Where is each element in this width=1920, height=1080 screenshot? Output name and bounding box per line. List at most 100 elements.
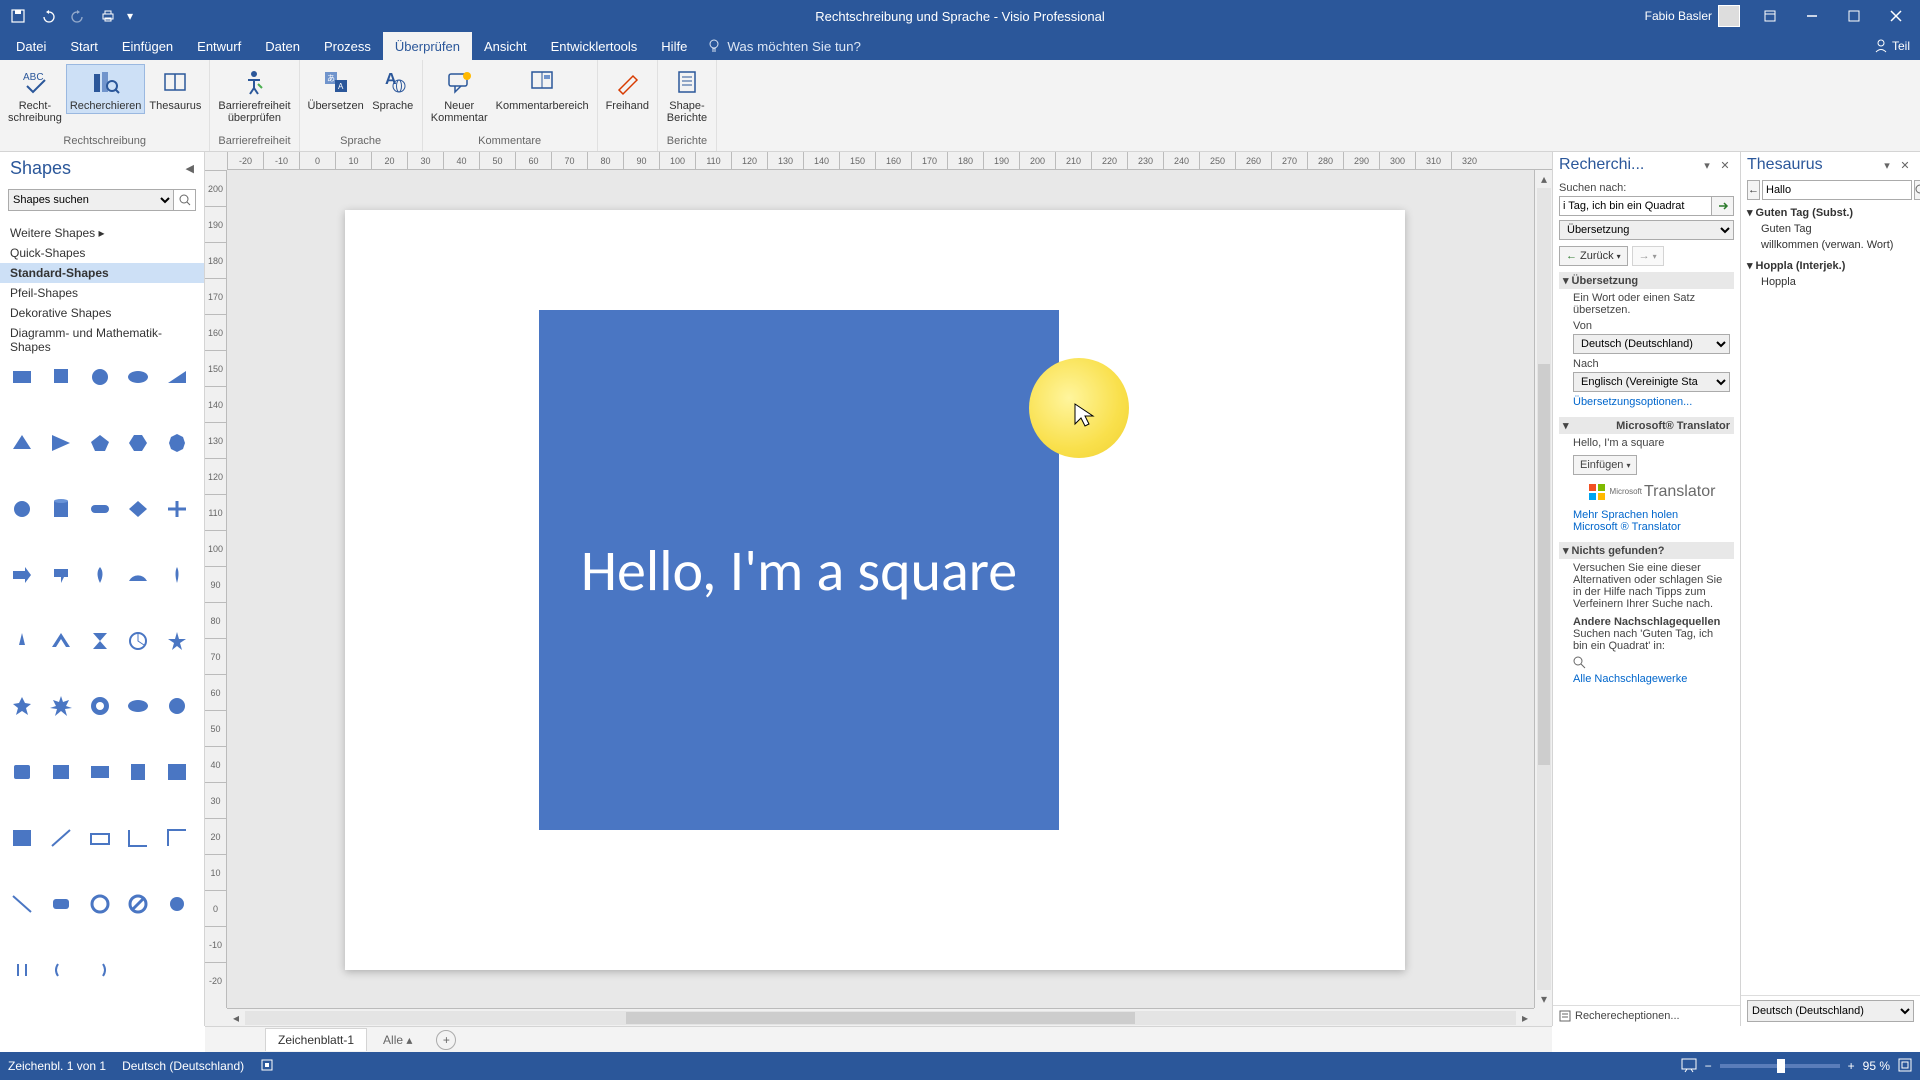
shape-swatch[interactable]: [47, 629, 75, 653]
shape-swatch[interactable]: [124, 365, 152, 389]
comment-pane-button[interactable]: Kommentarbereich: [492, 64, 593, 114]
shape-swatch[interactable]: [47, 563, 75, 587]
shape-swatch[interactable]: [47, 892, 75, 916]
cat-standard[interactable]: Standard-Shapes: [0, 263, 204, 283]
shape-swatch[interactable]: [163, 760, 191, 784]
translate-button[interactable]: あA Übersetzen: [304, 64, 368, 114]
research-search-input[interactable]: [1559, 196, 1712, 216]
share-button[interactable]: Teil: [1864, 32, 1920, 60]
shape-swatch[interactable]: [8, 497, 36, 521]
shape-swatch[interactable]: [86, 694, 114, 718]
to-lang-select[interactable]: Englisch (Vereinigte Sta: [1573, 372, 1730, 392]
go-search-icon[interactable]: [1712, 196, 1734, 216]
pane-options-icon[interactable]: ▾: [1698, 156, 1716, 174]
shape-swatch[interactable]: [47, 826, 75, 850]
sheet-tab-1[interactable]: Zeichenblatt-1: [265, 1028, 367, 1051]
scroll-thumb-h[interactable]: [626, 1012, 1134, 1024]
pane-options-icon[interactable]: ▾: [1878, 156, 1896, 174]
user-account[interactable]: Fabio Basler: [1637, 2, 1748, 30]
shape-swatch[interactable]: [86, 431, 114, 455]
shapes-search-select[interactable]: Shapes suchen: [8, 189, 174, 211]
scroll-thumb-v[interactable]: [1538, 364, 1550, 765]
thes-back-icon[interactable]: ←: [1747, 180, 1760, 200]
shape-swatch[interactable]: [86, 892, 114, 916]
tab-hilfe[interactable]: Hilfe: [649, 32, 699, 60]
collapse-shapes-icon[interactable]: ◀: [186, 162, 194, 175]
magnifier-icon[interactable]: [1573, 656, 1730, 673]
scroll-up-icon[interactable]: ▴: [1535, 170, 1553, 188]
tab-start[interactable]: Start: [58, 32, 109, 60]
shape-swatch[interactable]: [8, 629, 36, 653]
cat-pfeil[interactable]: Pfeil-Shapes: [0, 283, 204, 303]
ribbon-display-icon[interactable]: [1750, 0, 1790, 32]
maximize-icon[interactable]: [1834, 0, 1874, 32]
shape-swatch[interactable]: [124, 694, 152, 718]
shape-swatch[interactable]: [47, 431, 75, 455]
shape-swatch[interactable]: [86, 629, 114, 653]
print-icon[interactable]: [94, 2, 122, 30]
shape-swatch[interactable]: [47, 365, 75, 389]
undo-icon[interactable]: [34, 2, 62, 30]
shape-swatch[interactable]: [163, 629, 191, 653]
tab-datei[interactable]: Datei: [4, 32, 58, 60]
shape-swatch[interactable]: [163, 826, 191, 850]
fit-window-icon[interactable]: [1898, 1058, 1912, 1075]
from-lang-select[interactable]: Deutsch (Deutschland): [1573, 334, 1730, 354]
shape-reports-button[interactable]: Shape- Berichte: [662, 64, 712, 126]
all-references-link[interactable]: Alle Nachschlagewerke: [1573, 673, 1687, 685]
shape-swatch[interactable]: [124, 629, 152, 653]
insert-button[interactable]: Einfügen▾: [1573, 455, 1637, 475]
thesaurus-input[interactable]: [1762, 180, 1912, 200]
tell-me[interactable]: [707, 32, 927, 60]
qat-customize-icon[interactable]: ▾: [124, 2, 136, 30]
scroll-left-icon[interactable]: ◂: [227, 1009, 245, 1027]
cat-quick[interactable]: Quick-Shapes: [0, 243, 204, 263]
shape-swatch[interactable]: [163, 694, 191, 718]
back-button[interactable]: ←Zurück▾: [1559, 246, 1628, 266]
shape-swatch[interactable]: [8, 694, 36, 718]
close-icon[interactable]: [1876, 0, 1916, 32]
ink-button[interactable]: Freihand: [602, 64, 653, 114]
shape-swatch[interactable]: [8, 826, 36, 850]
square-shape[interactable]: Hello, I'm a square: [539, 310, 1059, 830]
zoom-slider[interactable]: [1720, 1064, 1840, 1068]
drawing-page[interactable]: Hello, I'm a square: [345, 210, 1405, 970]
more-languages-link[interactable]: Mehr Sprachen holen: [1573, 509, 1678, 521]
scroll-right-icon[interactable]: ▸: [1516, 1009, 1534, 1027]
status-lang[interactable]: Deutsch (Deutschland): [122, 1059, 244, 1073]
search-icon[interactable]: [174, 189, 196, 211]
shape-swatch[interactable]: [163, 431, 191, 455]
shape-swatch[interactable]: [8, 365, 36, 389]
shape-swatch[interactable]: [124, 431, 152, 455]
add-sheet-icon[interactable]: +: [436, 1030, 456, 1050]
research-button[interactable]: Recherchieren: [66, 64, 146, 114]
shape-swatch[interactable]: [86, 760, 114, 784]
tell-me-input[interactable]: [727, 39, 927, 54]
shape-swatch[interactable]: [86, 365, 114, 389]
close-thesaurus-icon[interactable]: ✕: [1896, 156, 1914, 174]
shape-swatch[interactable]: [47, 497, 75, 521]
spellcheck-button[interactable]: ABC Recht- schreibung: [4, 64, 66, 126]
shape-swatch[interactable]: [8, 431, 36, 455]
ms-translator-link[interactable]: Microsoft ® Translator: [1573, 521, 1681, 533]
vertical-scrollbar[interactable]: ▴ ▾: [1534, 170, 1552, 1008]
new-comment-button[interactable]: Neuer Kommentar: [427, 64, 492, 126]
shape-swatch[interactable]: [163, 365, 191, 389]
shape-swatch[interactable]: [8, 760, 36, 784]
shape-swatch[interactable]: [47, 694, 75, 718]
shape-swatch[interactable]: [8, 892, 36, 916]
research-options-button[interactable]: Recherecheptionen...: [1553, 1005, 1740, 1026]
macro-record-icon[interactable]: [260, 1058, 274, 1075]
cat-dekorative[interactable]: Dekorative Shapes: [0, 303, 204, 323]
cat-diagramm[interactable]: Diagramm- und Mathematik-Shapes: [0, 323, 204, 357]
shape-swatch[interactable]: [47, 958, 75, 982]
thes-lang-select[interactable]: Deutsch (Deutschland): [1747, 1000, 1914, 1022]
close-research-icon[interactable]: ✕: [1716, 156, 1734, 174]
thes-item[interactable]: Hoppla: [1747, 274, 1914, 290]
shape-swatch[interactable]: [124, 760, 152, 784]
shape-swatch[interactable]: [124, 826, 152, 850]
shape-swatch[interactable]: [124, 497, 152, 521]
tab-daten[interactable]: Daten: [253, 32, 312, 60]
horizontal-scrollbar[interactable]: ◂ ▸: [227, 1008, 1534, 1026]
shape-swatch[interactable]: [124, 563, 152, 587]
